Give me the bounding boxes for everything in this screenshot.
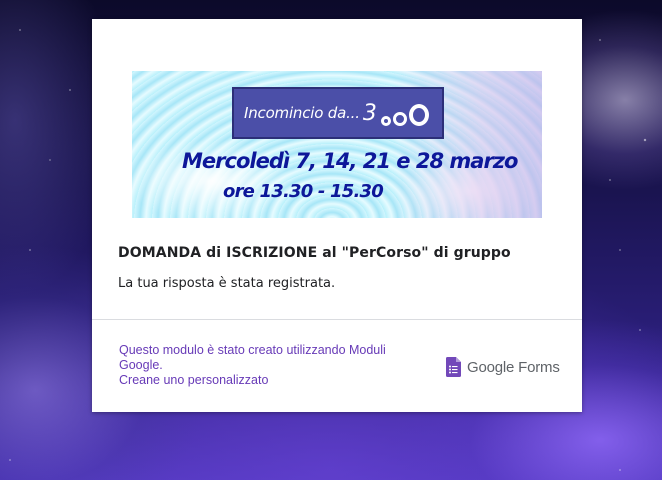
banner-dates: Mercoledì 7, 14, 21 e 28 marzo: [182, 149, 518, 173]
divider: [92, 319, 582, 320]
large-circle-icon: [408, 104, 429, 126]
response-recorded-message: La tua risposta è stata registrata.: [118, 276, 336, 291]
banner-title: Incomincio da...: [244, 104, 360, 122]
footer-notice-line2: Google.: [119, 358, 163, 372]
footer-notice: Questo modulo è stato creato utilizzando…: [119, 343, 419, 388]
header-banner-image: Incomincio da... 3 Mercoledì 7, 14, 21 e…: [132, 71, 542, 218]
create-your-own-link[interactable]: Creane uno personalizzato: [119, 373, 419, 388]
google-forms-icon: [446, 357, 461, 377]
small-circle-icon: [380, 116, 391, 126]
form-title: DOMANDA di ISCRIZIONE al "PerCorso" di g…: [118, 245, 511, 261]
confirmation-card: Incomincio da... 3 Mercoledì 7, 14, 21 e…: [92, 19, 582, 412]
footer-notice-line1: Questo modulo è stato creato utilizzando…: [119, 343, 386, 357]
banner-number: 3: [362, 100, 377, 126]
google-forms-label: Google Forms: [467, 358, 560, 376]
circles-logo-icon: [380, 100, 429, 126]
medium-circle-icon: [392, 112, 407, 126]
google-forms-logo-link[interactable]: Google Forms: [446, 357, 560, 377]
banner-hours: ore 13.30 - 15.30: [223, 181, 384, 202]
banner-title-box: Incomincio da... 3: [232, 87, 444, 139]
